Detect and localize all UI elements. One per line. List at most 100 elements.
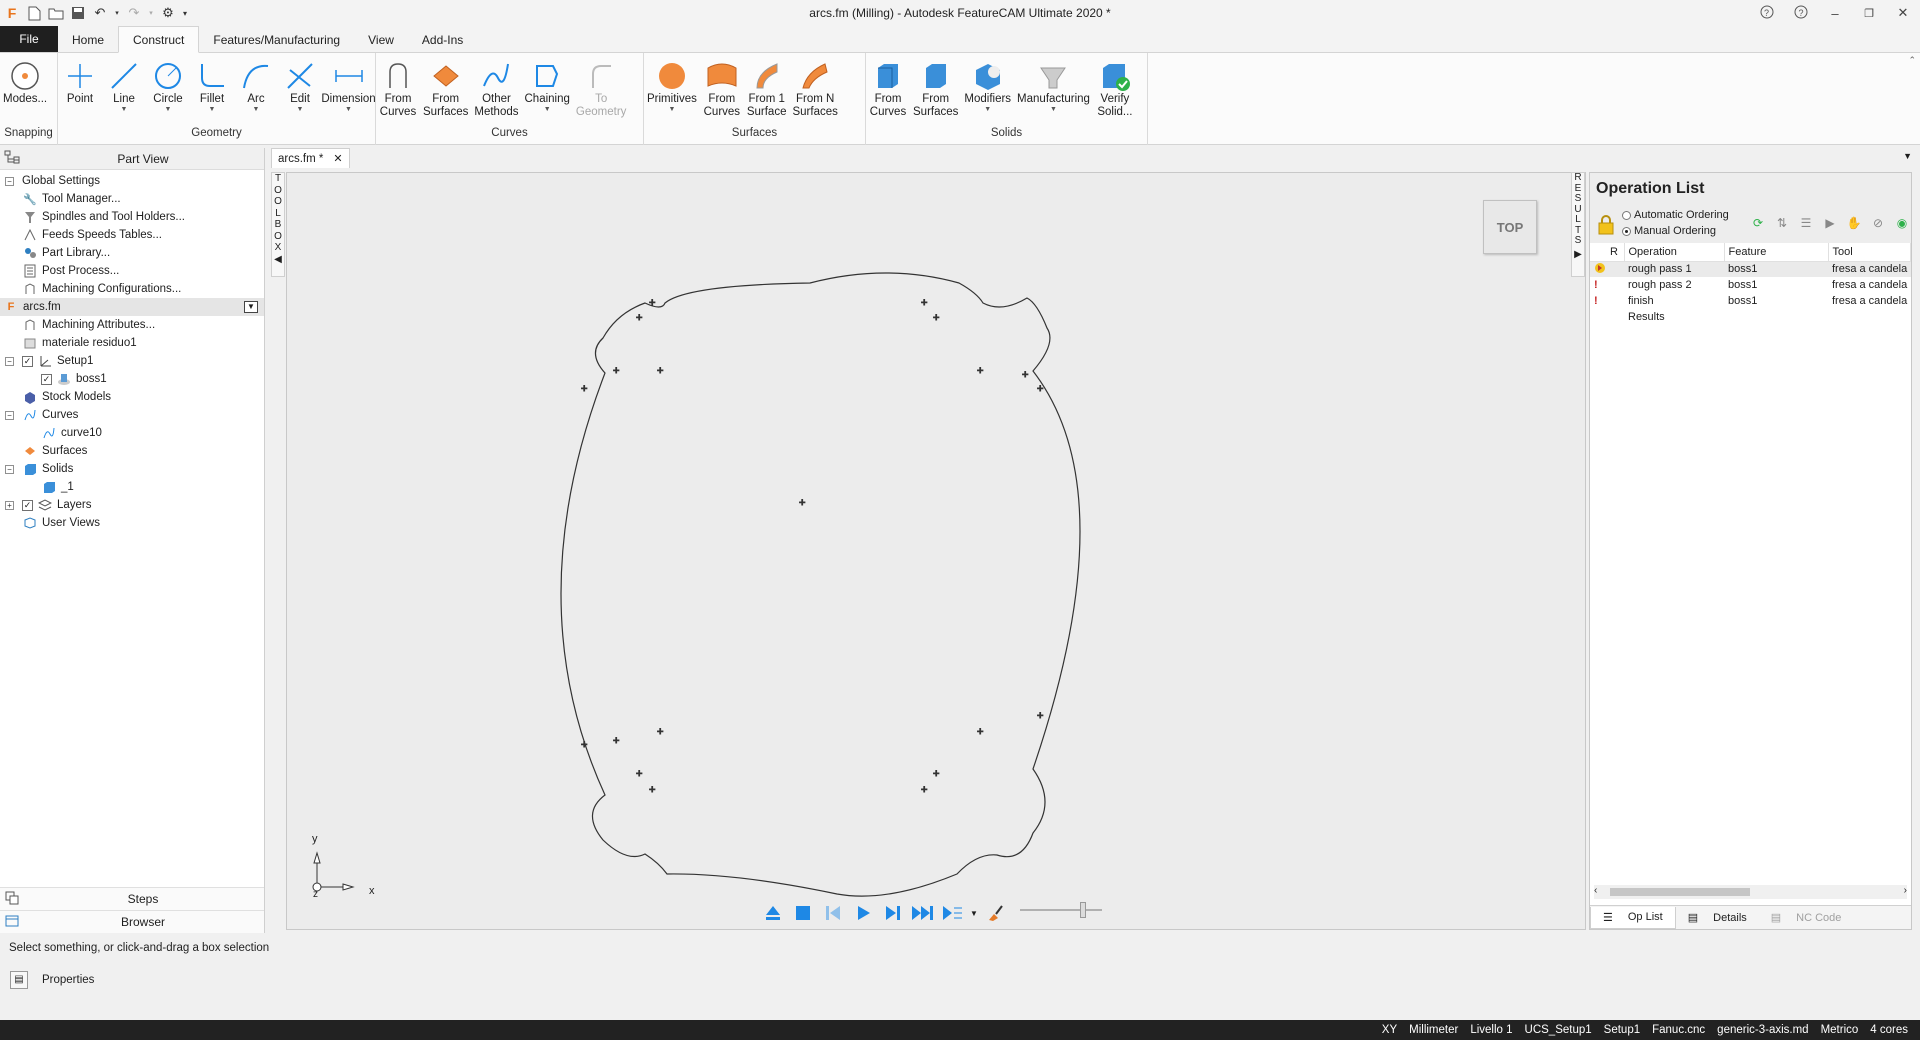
tree-item-layers[interactable]: + ✓ Layers <box>0 496 264 514</box>
surface-from-curves-button[interactable]: From Curves <box>700 59 744 125</box>
tree-view-icon[interactable] <box>0 150 22 167</box>
tree-item-stock-models[interactable]: Stock Models <box>0 388 264 406</box>
tree-item-feeds-speeds[interactable]: Feeds Speeds Tables... <box>0 226 264 244</box>
dimension-dropdown-icon[interactable]: ▼ <box>345 106 352 114</box>
primitives-button[interactable]: Primitives ▼ <box>644 59 700 125</box>
from-1-surface-button[interactable]: From 1 Surface <box>744 59 790 125</box>
fillet-button[interactable]: Fillet ▼ <box>190 59 234 125</box>
status-layer[interactable]: Livello 1 <box>1470 1024 1512 1036</box>
automatic-ordering-radio[interactable]: Automatic Ordering <box>1622 209 1729 221</box>
tree-item-solid-1[interactable]: _1 <box>0 478 264 496</box>
tab-construct[interactable]: Construct <box>118 26 200 53</box>
step-forward-icon[interactable] <box>880 901 906 925</box>
snap-modes-button[interactable]: Modes... <box>0 59 50 125</box>
circle-button[interactable]: Circle ▼ <box>146 59 190 125</box>
lock-icon[interactable] <box>1596 215 1616 238</box>
step-mode-dropdown-icon[interactable]: ▼ <box>970 901 978 925</box>
curve-other-methods-button[interactable]: Other Methods <box>471 59 521 125</box>
tab-details[interactable]: ▤ Details <box>1676 907 1759 929</box>
tree-item-tool-manager[interactable]: 🔧 Tool Manager... <box>0 190 264 208</box>
customize-qat-icon[interactable]: ▾ <box>182 5 188 21</box>
redo-icon[interactable]: ↷ <box>126 5 142 21</box>
table-row[interactable]: rough pass 1 boss1 fresa a candela <box>1590 261 1911 277</box>
status-setup[interactable]: Setup1 <box>1604 1024 1640 1036</box>
tree-item-machining-attributes[interactable]: Machining Attributes... <box>0 316 264 334</box>
step-mode-icon[interactable] <box>940 901 966 925</box>
modifiers-dropdown-icon[interactable]: ▼ <box>984 106 991 114</box>
curve-from-curves-button[interactable]: From Curves <box>376 59 420 125</box>
chaining-button[interactable]: Chaining ▼ <box>522 59 573 125</box>
status-cores[interactable]: 4 cores <box>1870 1024 1908 1036</box>
tree-item-post-process[interactable]: Post Process... <box>0 262 264 280</box>
from-n-surfaces-button[interactable]: From N Surfaces <box>789 59 840 125</box>
rewind-icon[interactable] <box>820 901 846 925</box>
restore-icon[interactable]: ❐ <box>1852 7 1886 20</box>
tree-item-curve10[interactable]: curve10 <box>0 424 264 442</box>
viewcube[interactable]: TOP <box>1483 200 1537 254</box>
status-post[interactable]: Fanuc.cnc <box>1652 1024 1705 1036</box>
results-strip[interactable]: R E S U L T S ▶ <box>1571 172 1585 277</box>
list-icon[interactable]: ☰ <box>1798 215 1814 231</box>
close-window-icon[interactable]: ✕ <box>1886 5 1920 21</box>
layers-checkbox[interactable]: ✓ <box>22 499 33 511</box>
edit-button[interactable]: Edit ▼ <box>278 59 322 125</box>
dimension-button[interactable]: Dimension ▼ <box>321 59 376 125</box>
slider-knob[interactable] <box>1080 902 1086 918</box>
results-expand-icon[interactable]: ▶ <box>1572 249 1584 261</box>
tab-nc-code[interactable]: ▤ NC Code <box>1759 907 1854 929</box>
modifiers-button[interactable]: Modifiers ▼ <box>961 59 1014 125</box>
manual-ordering-radio[interactable]: Manual Ordering <box>1622 225 1716 237</box>
primitives-dropdown-icon[interactable]: ▼ <box>668 106 675 114</box>
feedback-icon[interactable]: ? <box>1750 5 1784 22</box>
line-dropdown-icon[interactable]: ▼ <box>121 106 128 114</box>
simulation-speed-slider[interactable] <box>1020 902 1102 918</box>
open-folder-icon[interactable] <box>48 5 64 21</box>
new-file-icon[interactable] <box>26 5 42 21</box>
tab-features-manufacturing[interactable]: Features/Manufacturing <box>199 27 354 52</box>
tab-home[interactable]: Home <box>58 27 118 52</box>
chaining-dropdown-icon[interactable]: ▼ <box>544 106 551 114</box>
status-units[interactable]: Millimeter <box>1409 1024 1458 1036</box>
status-machine[interactable]: generic-3-axis.md <box>1717 1024 1808 1036</box>
status-system[interactable]: Metrico <box>1821 1024 1859 1036</box>
scrollbar-thumb[interactable] <box>1610 888 1750 896</box>
edit-dropdown-icon[interactable]: ▼ <box>297 106 304 114</box>
collapse-toggle-icon[interactable]: − <box>5 176 14 186</box>
document-tab-arcs[interactable]: arcs.fm * ✕ <box>271 148 350 168</box>
tree-item-global-settings[interactable]: − Global Settings <box>0 172 264 190</box>
help-icon[interactable]: ? <box>1784 5 1818 22</box>
curve-from-surfaces-button[interactable]: From Surfaces <box>420 59 471 125</box>
app-icon[interactable]: F <box>4 5 20 21</box>
circle-dropdown-icon[interactable]: ▼ <box>165 106 172 114</box>
table-row[interactable]: ! rough pass 2 boss1 fresa a candela <box>1590 277 1911 293</box>
tree-item-materiale-residuo[interactable]: materiale residuo1 <box>0 334 264 352</box>
boss1-checkbox[interactable]: ✓ <box>41 373 52 385</box>
table-row[interactable]: Results <box>1590 309 1911 325</box>
point-button[interactable]: Point <box>58 59 102 125</box>
solid-from-curves-button[interactable]: From Curves <box>866 59 910 125</box>
horizontal-scrollbar[interactable]: ‹ › <box>1594 885 1907 899</box>
status-ucs[interactable]: UCS_Setup1 <box>1525 1024 1592 1036</box>
tree-item-spindles[interactable]: Spindles and Tool Holders... <box>0 208 264 226</box>
undo-dropdown-icon[interactable]: ▾ <box>114 5 120 21</box>
tree-item-user-views[interactable]: User Views <box>0 514 264 532</box>
steps-tab[interactable]: Steps <box>0 887 264 910</box>
tree-item-arcs-fm[interactable]: F arcs.fm ▼ <box>0 298 264 316</box>
stop-icon[interactable] <box>790 901 816 925</box>
line-button[interactable]: Line ▼ <box>102 59 146 125</box>
status-plane[interactable]: XY <box>1382 1024 1397 1036</box>
settings-gear-icon[interactable]: ⚙ <box>160 5 176 21</box>
tree-item-machining-configurations[interactable]: Machining Configurations... <box>0 280 264 298</box>
setup1-checkbox[interactable]: ✓ <box>22 355 33 367</box>
no-edit-icon[interactable]: ⊘ <box>1870 215 1886 231</box>
manufacturing-button[interactable]: Manufacturing ▼ <box>1014 59 1093 125</box>
fillet-dropdown-icon[interactable]: ▼ <box>209 106 216 114</box>
tree-item-solids[interactable]: − Solids <box>0 460 264 478</box>
tab-op-list[interactable]: ☰ Op List <box>1590 906 1676 929</box>
redo-dropdown-icon[interactable]: ▾ <box>148 5 154 21</box>
tab-view[interactable]: View <box>354 27 408 52</box>
play-to-icon[interactable]: ▶ <box>1822 215 1838 231</box>
tab-list-dropdown-icon[interactable]: ▼ <box>1903 151 1912 161</box>
minimize-icon[interactable]: – <box>1818 6 1852 21</box>
graphics-viewport[interactable]: + + + + + + + + + + + + + + + + + + + + y x z <box>286 172 1586 930</box>
